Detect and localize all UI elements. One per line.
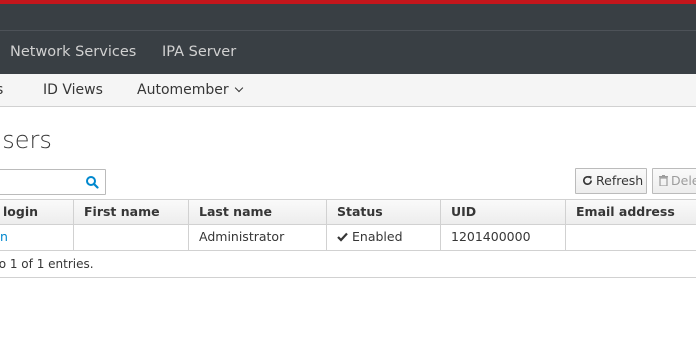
cell-last-name: Administrator [199, 229, 285, 244]
trash-icon [659, 175, 668, 186]
subnav-item-automember[interactable]: Automember [137, 74, 243, 106]
search-input[interactable] [0, 170, 81, 194]
cell-first-name [74, 225, 188, 250]
masthead [0, 4, 696, 30]
refresh-icon [583, 175, 592, 185]
chevron-down-icon [234, 83, 243, 93]
refresh-button-label: Refresh [596, 173, 644, 188]
checkmark-icon [337, 232, 348, 242]
user-login-link[interactable]: n [0, 225, 73, 250]
cell-email [566, 225, 696, 250]
nav-item-ipa-server[interactable]: IPA Server [162, 31, 236, 74]
refresh-button[interactable]: Refresh [575, 168, 647, 194]
page-title: users [0, 126, 52, 154]
delete-button-label: Dele [671, 173, 696, 188]
search-box [0, 169, 106, 195]
column-header-uid[interactable]: UID [441, 200, 565, 224]
table-header-row: login First name Last name Status UID Em… [0, 199, 696, 225]
search-icon[interactable] [85, 175, 99, 189]
status-text: Enabled [352, 229, 403, 244]
cell-status: Enabled [327, 225, 440, 250]
entries-count-text: to 1 of 1 entries. [0, 257, 94, 271]
column-header-email[interactable]: Email address [566, 200, 696, 224]
column-header-first-name[interactable]: First name [74, 200, 188, 224]
sub-nav: s ID Views Automember [0, 74, 696, 107]
subnav-item-id-views[interactable]: ID Views [43, 74, 103, 106]
delete-button[interactable]: Dele [652, 168, 696, 194]
column-header-last-name[interactable]: Last name [189, 200, 326, 224]
main-nav: Network Services IPA Server [0, 30, 696, 74]
subnav-item-truncated[interactable]: s [0, 74, 3, 106]
cell-uid: 1201400000 [451, 229, 531, 244]
column-header-status[interactable]: Status [327, 200, 440, 224]
nav-item-network-services[interactable]: Network Services [10, 31, 136, 74]
subnav-item-automember-label: Automember [137, 82, 229, 98]
table-footer: to 1 of 1 entries. [0, 251, 696, 278]
table-row: n Administrator Enabled 1201400000 [0, 225, 696, 251]
column-header-login[interactable]: login [0, 200, 73, 224]
